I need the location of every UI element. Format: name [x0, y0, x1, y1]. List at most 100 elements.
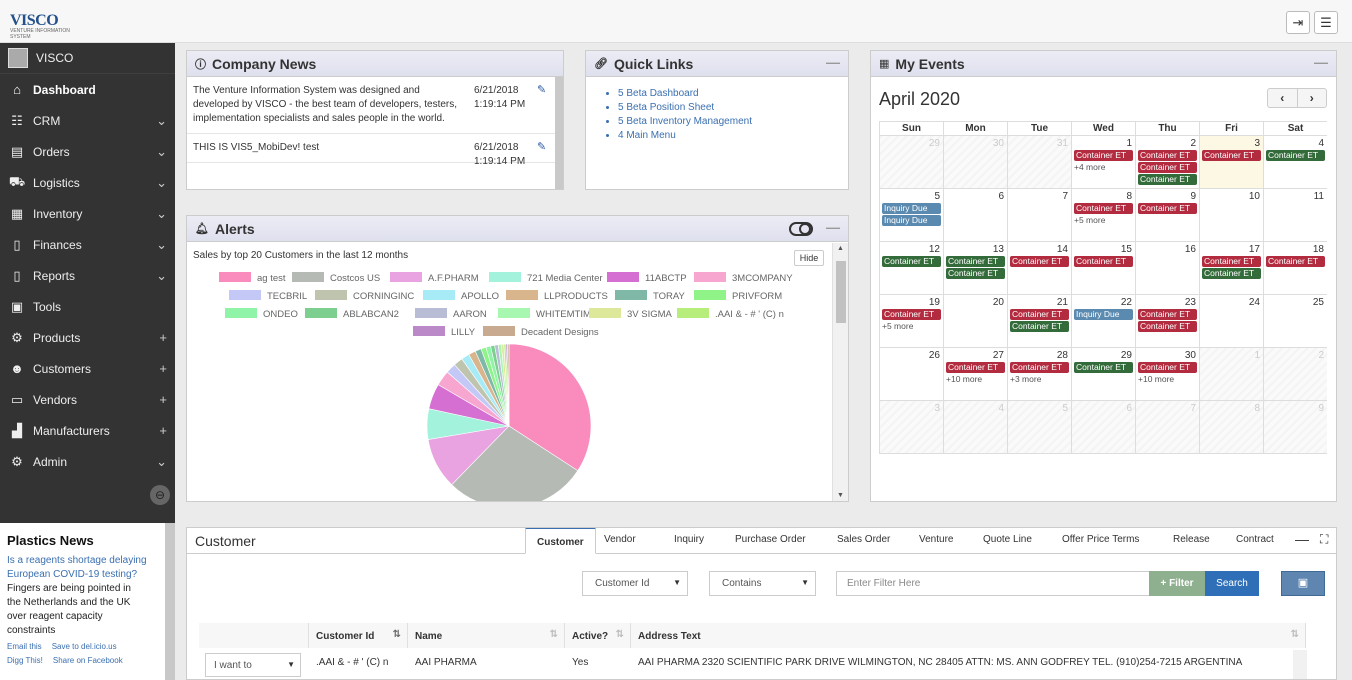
calendar-day[interactable]: 8 — [1199, 401, 1263, 454]
calendar-day[interactable]: 30 Container ET +10 more — [1135, 348, 1199, 401]
calendar-day[interactable]: 25 — [1263, 295, 1327, 348]
calendar-event[interactable]: Container ET — [1138, 362, 1197, 373]
tab-contract[interactable]: Contract — [1236, 534, 1274, 545]
minimize-icon[interactable]: — — [826, 219, 840, 235]
tab-quote-line[interactable]: Quote Line — [983, 534, 1032, 545]
sidebar-user[interactable]: VISCO — [0, 43, 175, 74]
calendar-day[interactable]: 2 Container ET Container ET Container ET — [1135, 136, 1199, 189]
calendar-event[interactable]: Container ET — [1266, 256, 1325, 267]
quick-link[interactable]: 5 Beta Position Sheet — [618, 101, 848, 115]
legend-item[interactable]: CORNINGINC — [315, 290, 414, 302]
calendar-day[interactable]: 8 Container ET +5 more — [1071, 189, 1135, 242]
calendar-event[interactable]: Container ET — [1010, 256, 1069, 267]
minimize-icon[interactable]: — — [1314, 54, 1328, 70]
edit-pencil-icon[interactable]: ✎ — [537, 83, 546, 97]
scroll-down-icon[interactable]: ▼ — [837, 492, 844, 499]
calendar-event[interactable]: Container ET — [1074, 362, 1133, 373]
more-events-link[interactable]: +3 more — [1010, 374, 1041, 384]
add-filter-button[interactable]: + Filter — [1149, 571, 1205, 596]
calendar-event[interactable]: Container ET — [1138, 309, 1197, 320]
table-scrollbar[interactable] — [1293, 650, 1307, 679]
digg-link[interactable]: Digg This! — [7, 656, 43, 665]
column-header-name[interactable]: Name ⇅ — [408, 623, 565, 648]
news-scrollbar[interactable] — [165, 523, 175, 680]
sidebar-item-orders[interactable]: ▤ Orders ⌄ — [0, 136, 175, 167]
sort-icon[interactable]: ⇅ — [1291, 629, 1299, 640]
prev-month-button[interactable]: ‹ — [1268, 89, 1298, 107]
sidebar-item-inventory[interactable]: ▦ Inventory ⌄ — [0, 198, 175, 229]
legend-item[interactable]: 721 Media Center — [489, 272, 603, 284]
calendar-event[interactable]: Container ET — [1010, 321, 1069, 332]
tab-sales-order[interactable]: Sales Order — [837, 534, 890, 545]
calendar-event[interactable]: Container ET — [1138, 203, 1197, 214]
calendar-day[interactable]: 5 Inquiry Due Inquiry Due — [879, 189, 943, 242]
collapse-sidebar-icon[interactable]: ⊖ — [150, 485, 170, 505]
chevron-down-icon[interactable]: ⌄ — [156, 237, 167, 253]
calendar-day[interactable]: 24 — [1199, 295, 1263, 348]
hide-button[interactable]: Hide — [794, 250, 824, 266]
legend-item[interactable]: PRIVFORM — [694, 290, 782, 302]
column-header-customer-id[interactable]: Customer Id ⇅ — [309, 623, 408, 648]
calendar-day[interactable]: 12 Container ET — [879, 242, 943, 295]
calendar-day[interactable]: 20 — [943, 295, 1007, 348]
visco-logo[interactable]: VISCO VENTURE INFORMATION SYSTEM — [10, 12, 70, 40]
calendar-day[interactable]: 13 Container ET Container ET — [943, 242, 1007, 295]
calendar-day[interactable]: 9 Container ET — [1135, 189, 1199, 242]
calendar-day[interactable]: 19 Container ET +5 more — [879, 295, 943, 348]
legend-item[interactable]: ONDEO — [225, 308, 298, 320]
facebook-share-link[interactable]: Share on Facebook — [53, 656, 123, 665]
legend-item[interactable]: 11ABCTP — [607, 272, 687, 284]
sidebar-item-reports[interactable]: ▯ Reports ⌄ — [0, 260, 175, 291]
alerts-scrollbar[interactable]: ▲ ▼ — [832, 243, 848, 501]
legend-item[interactable]: WHITEMTIM — [498, 308, 591, 320]
legend-item[interactable]: 3MCOMPANY — [694, 272, 793, 284]
minimize-icon[interactable]: — — [1295, 531, 1309, 547]
sidebar-item-tools[interactable]: ▣ Tools — [0, 291, 175, 322]
sort-icon[interactable]: ⇅ — [393, 629, 401, 640]
quick-link[interactable]: 4 Main Menu — [618, 129, 848, 143]
calendar-day[interactable]: 28 Container ET +3 more — [1007, 348, 1071, 401]
legend-item[interactable]: TECBRIL — [229, 290, 307, 302]
legend-item[interactable]: ag test — [219, 272, 286, 284]
calendar-event[interactable]: Container ET — [1202, 268, 1261, 279]
legend-item[interactable]: A.F.PHARM — [390, 272, 479, 284]
column-header-active[interactable]: Active? ⇅ — [565, 623, 631, 648]
calendar-event[interactable]: Container ET — [1138, 150, 1197, 161]
email-this-link[interactable]: Email this — [7, 642, 42, 651]
quick-link[interactable]: 5 Beta Dashboard — [618, 87, 848, 101]
next-month-button[interactable]: › — [1298, 89, 1327, 107]
legend-item[interactable]: 3V SIGMA — [589, 308, 672, 320]
calendar-day[interactable]: 27 Container ET +10 more — [943, 348, 1007, 401]
expand-plus-icon[interactable]: + — [159, 361, 167, 376]
fullscreen-icon[interactable]: ⛶ — [1320, 532, 1328, 547]
legend-item[interactable]: Costcos US — [292, 272, 380, 284]
save-delicious-link[interactable]: Save to del.icio.us — [52, 642, 117, 651]
calendar-day[interactable]: 29 Container ET — [1071, 348, 1135, 401]
calendar-day[interactable]: 23 Container ET Container ET — [1135, 295, 1199, 348]
row-action-select[interactable]: I want to ▼ — [205, 653, 301, 677]
calendar-day[interactable]: 3 — [879, 401, 943, 454]
chevron-down-icon[interactable]: ⌄ — [156, 175, 167, 191]
tab-customer[interactable]: Customer — [525, 528, 596, 554]
cell-customer-id[interactable]: .AAI & - # ' (C) n — [309, 649, 408, 676]
more-events-link[interactable]: +4 more — [1074, 162, 1105, 172]
sidebar-item-manufacturers[interactable]: ▟ Manufacturers + — [0, 415, 175, 446]
tab-release[interactable]: Release — [1173, 534, 1210, 545]
calendar-day[interactable]: 3 Container ET — [1199, 136, 1263, 189]
legend-item[interactable]: Decadent Designs — [483, 326, 599, 338]
chevron-down-icon[interactable]: ⌄ — [156, 268, 167, 284]
edit-pencil-icon[interactable]: ✎ — [537, 140, 546, 154]
more-events-link[interactable]: +5 more — [1074, 215, 1105, 225]
calendar-event[interactable]: Container ET — [946, 256, 1005, 267]
sidebar-item-customers[interactable]: ☻ Customers + — [0, 353, 175, 384]
calendar-day[interactable]: 15 Container ET — [1071, 242, 1135, 295]
expand-plus-icon[interactable]: + — [159, 423, 167, 438]
field-select[interactable]: Customer Id ▼ — [582, 571, 688, 596]
calendar-event[interactable]: Container ET — [882, 256, 941, 267]
calendar-day[interactable]: 1 — [1199, 348, 1263, 401]
news-scrollbar[interactable] — [555, 77, 563, 189]
sidebar-item-crm[interactable]: ☷ CRM ⌄ — [0, 105, 175, 136]
calendar-day[interactable]: 11 — [1263, 189, 1327, 242]
calendar-day[interactable]: 5 — [1007, 401, 1071, 454]
calendar-day[interactable]: 2 — [1263, 348, 1327, 401]
